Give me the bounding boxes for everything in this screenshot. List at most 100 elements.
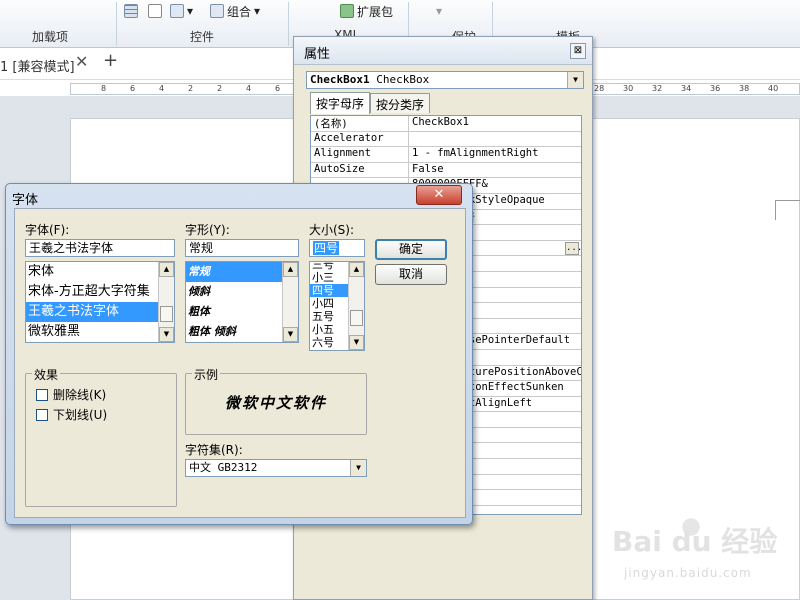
- group-label-addins: 加载项: [32, 30, 69, 44]
- font-dialog-body: 字体(F): 字形(Y): 大小(S): 王羲之书法字体 常规 四号 宋体 宋体-…: [14, 208, 466, 518]
- object-selector[interactable]: CheckBox1 CheckBox ▼: [306, 71, 584, 89]
- font-name-value: 王羲之书法字体: [29, 241, 114, 255]
- close-tab-icon[interactable]: ✕: [75, 52, 88, 71]
- font-preview: 微软中文软件: [188, 382, 364, 422]
- size-label: 大小(S):: [309, 223, 355, 237]
- scroll-up-icon[interactable]: ▲: [159, 262, 174, 277]
- properties-title-bar: 属性: [294, 37, 592, 65]
- font-size-list[interactable]: 三号 小三 四号 小四 五号 小五 六号 ▲ ▼: [309, 261, 365, 351]
- group-separator: [288, 2, 289, 46]
- group-icon: [210, 4, 224, 18]
- font-size-input[interactable]: 四号: [309, 239, 365, 257]
- scroll-down-icon[interactable]: ▼: [283, 327, 298, 342]
- property-name: Alignment: [311, 147, 409, 162]
- ok-button-label: 确定: [398, 242, 423, 256]
- property-value[interactable]: CheckBox1: [409, 116, 581, 131]
- table-icon[interactable]: [124, 2, 138, 20]
- font-style-input[interactable]: 常规: [185, 239, 299, 257]
- property-name: Accelerator: [311, 131, 409, 147]
- charset-value: 中文 GB2312: [189, 461, 258, 474]
- ruler-tick-label: 38: [739, 84, 750, 93]
- font-name-list[interactable]: 宋体 宋体-方正超大字符集 王羲之书法字体 微软雅黑 ▲ ▼: [25, 261, 175, 343]
- ruler-tick-label: 6: [275, 84, 281, 93]
- scroll-down-icon[interactable]: ▼: [159, 327, 174, 342]
- strikethrough-checkbox[interactable]: 删除线(K): [36, 386, 106, 403]
- ruler-tick-label: 34: [681, 84, 692, 93]
- wrench-icon: [170, 4, 184, 18]
- effects-label: 效果: [32, 366, 61, 383]
- property-name: AutoSize: [311, 162, 409, 178]
- add-tab-icon[interactable]: +: [103, 50, 118, 71]
- ruler-tick-label: 2: [188, 84, 194, 93]
- charset-select[interactable]: 中文 GB2312 ▼: [185, 459, 367, 477]
- sample-label: 示例: [192, 366, 221, 383]
- ruler-tick-label: 4: [159, 84, 165, 93]
- watermark-url: jingyan.baidu.com: [624, 566, 752, 580]
- list-item[interactable]: 王羲之书法字体: [26, 302, 174, 322]
- property-value[interactable]: False: [409, 163, 581, 178]
- size-list-scrollbar[interactable]: ▲ ▼: [348, 262, 364, 350]
- list-item[interactable]: 微软雅黑: [26, 322, 174, 342]
- document-tab[interactable]: 1 [兼容模式]: [0, 52, 83, 78]
- watermark-brand-text: Bai du 经验: [612, 525, 778, 558]
- extension-pack-label: 扩展包: [357, 4, 394, 19]
- scroll-up-icon[interactable]: ▲: [283, 262, 298, 277]
- dropdown-arrow-icon: ▾: [254, 4, 261, 18]
- document-tab-title: 1 [兼容模式]: [0, 59, 75, 75]
- underline-label: 下划线(U): [53, 408, 108, 422]
- effects-group: 效果 删除线(K) 下划线(U): [25, 366, 177, 507]
- group-separator: [116, 2, 117, 46]
- ellipsis-button[interactable]: ...: [565, 241, 581, 255]
- scroll-thumb[interactable]: [160, 306, 173, 322]
- property-row[interactable]: Alignment 1 - fmAlignmentRight: [311, 147, 581, 163]
- font-label: 字体(F):: [25, 223, 70, 237]
- font-list-scrollbar[interactable]: ▲ ▼: [158, 262, 174, 342]
- scroll-up-icon[interactable]: ▲: [349, 262, 364, 277]
- tab-alphabetic[interactable]: 按字母序: [310, 92, 371, 114]
- margin-marker: [775, 200, 800, 220]
- object-name: CheckBox1: [310, 73, 370, 86]
- sample-text: 微软中文软件: [224, 393, 327, 412]
- extension-pack-icon: [340, 4, 354, 18]
- font-dialog-title: 字体: [12, 193, 39, 208]
- properties-close-icon[interactable]: ⊠: [570, 43, 586, 59]
- checkbox-icon: [36, 408, 48, 421]
- ruler-tick-label: 30: [623, 84, 634, 93]
- scroll-thumb[interactable]: [350, 310, 363, 326]
- underline-checkbox[interactable]: 下划线(U): [36, 406, 107, 423]
- ruler-tick-label: 8: [101, 84, 107, 93]
- property-row[interactable]: (名称) CheckBox1: [311, 116, 581, 132]
- font-name-input[interactable]: 王羲之书法字体: [25, 239, 175, 257]
- properties-title: 属性: [304, 47, 331, 62]
- group-label-controls: 控件: [190, 30, 215, 44]
- object-type: CheckBox: [376, 73, 430, 86]
- property-value[interactable]: [409, 132, 581, 147]
- style-label: 字形(Y):: [185, 223, 230, 237]
- tools-icon[interactable]: ▾: [170, 2, 193, 20]
- chevron-down-icon[interactable]: ▼: [350, 460, 366, 476]
- ruler-tick-label: 36: [710, 84, 721, 93]
- extension-pack-button[interactable]: 扩展包: [340, 2, 393, 20]
- table-icon-glyph: [124, 4, 138, 18]
- cancel-button-label: 取消: [398, 267, 423, 281]
- checkbox-icon: [36, 388, 48, 401]
- cancel-button[interactable]: 取消: [375, 264, 447, 285]
- chevron-down-icon[interactable]: ▼: [567, 72, 583, 88]
- list-item[interactable]: 宋体-方正超大字符集: [26, 282, 174, 302]
- tab-categorized[interactable]: 按分类序: [370, 93, 431, 113]
- ok-button[interactable]: 确定: [375, 239, 447, 260]
- combine-button[interactable]: 组合 ▾: [210, 2, 260, 20]
- ruler-tick-label: 2: [217, 84, 223, 93]
- property-value[interactable]: 1 - fmAlignmentRight: [409, 147, 581, 162]
- strikethrough-label: 删除线(K): [53, 388, 107, 402]
- property-name: (名称): [311, 116, 409, 131]
- close-icon[interactable]: ✕: [416, 185, 462, 205]
- list-item[interactable]: 宋体: [26, 262, 174, 282]
- property-row[interactable]: AutoSize False: [311, 162, 581, 179]
- style-list-scrollbar[interactable]: ▲ ▼: [282, 262, 298, 342]
- checkbox-control-icon[interactable]: [148, 2, 162, 20]
- scroll-down-icon[interactable]: ▼: [349, 335, 364, 350]
- checkbox-icon: [148, 4, 162, 18]
- font-style-list[interactable]: 常规 倾斜 粗体 粗体 倾斜 ▲ ▼: [185, 261, 299, 343]
- property-row[interactable]: Accelerator: [311, 131, 581, 148]
